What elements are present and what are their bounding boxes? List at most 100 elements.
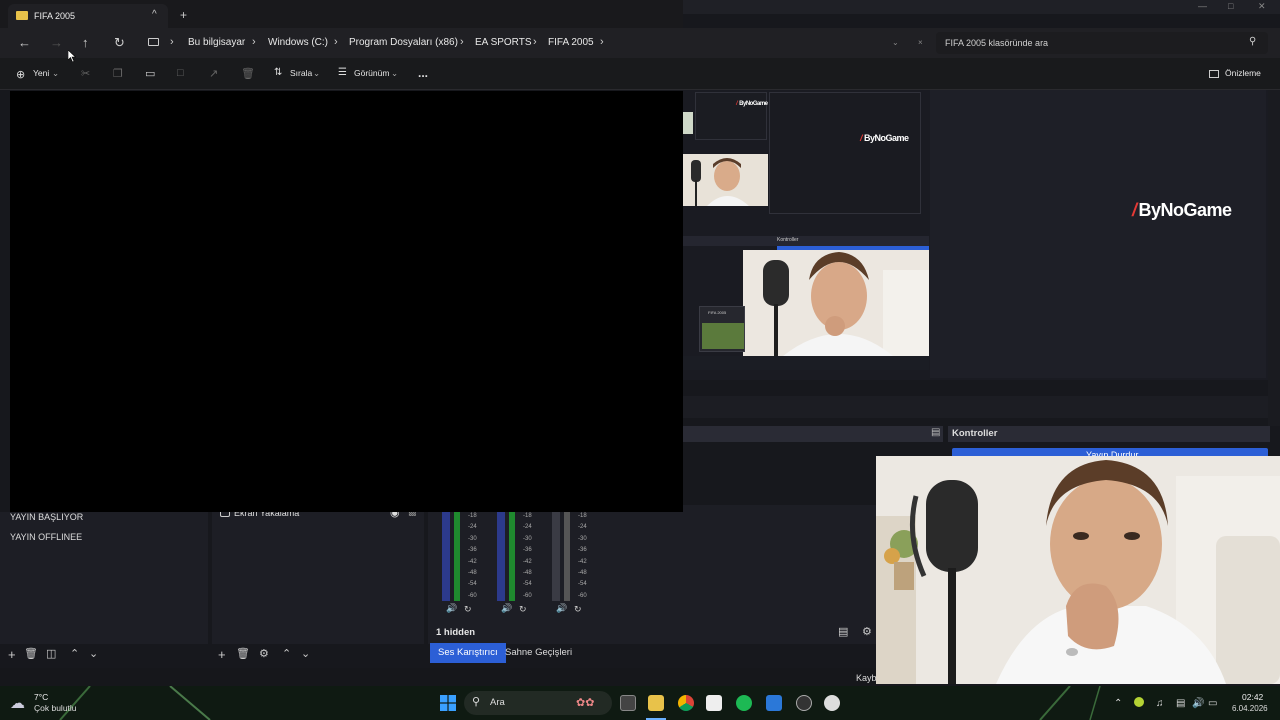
address-dropdown-icon[interactable]: ⌄ [892,38,899,47]
app-icon[interactable] [824,695,840,711]
obs-icon[interactable] [796,695,812,711]
sources-toolbar: + 🗑 ⚙ ⌃ ⌄ [212,644,424,666]
network-icon[interactable]: ▤ [1176,698,1185,709]
gear-icon[interactable]: ⚙ [259,647,269,660]
close-icon[interactable]: ✕ [1258,1,1266,12]
explorer-content-area[interactable] [10,91,683,512]
filter-icon[interactable]: ◫ [46,647,56,660]
file-explorer-icon[interactable] [648,695,664,711]
start-icon[interactable] [440,695,456,711]
up-icon[interactable]: ↑ [82,35,89,50]
add-icon[interactable]: + [218,647,226,662]
chevron-right-icon[interactable]: › [252,36,256,48]
nested-mini-window: FIFA 2005 [699,306,745,352]
chevron-down-icon[interactable]: ⌄ [313,68,320,79]
breadcrumb-item[interactable]: Program Dosyaları (x86) [349,37,458,48]
tray-app-icon[interactable] [1134,697,1144,707]
taskbar-search-box[interactable]: ⚲ Ara ✿✿ [464,691,612,715]
dock-float-icon[interactable]: ▤ [931,427,940,438]
search-icon[interactable]: ⚲ [1249,36,1256,47]
gear-icon[interactable]: ⚙ [862,625,872,638]
more-options-button[interactable]: ... [418,66,428,80]
volume-icon[interactable]: 🔊 [1192,698,1204,709]
new-button[interactable]: Yeni [33,68,49,78]
back-icon[interactable]: ← [18,35,31,50]
add-icon[interactable]: + [8,647,16,662]
sort-icon[interactable]: ⇅ [274,67,282,78]
db-tick-label: -48 [468,570,477,576]
muted-speaker-icon[interactable]: 🔊 [556,603,567,614]
search-input[interactable]: FIFA 2005 klasöründe ara ⚲ [936,32,1268,54]
maximize-icon[interactable]: □ [1228,1,1233,11]
microphone-icon[interactable]: ♫ [1156,698,1164,709]
battery-icon[interactable]: ▭ [1208,698,1217,709]
channel-settings-icon[interactable]: ↻ [574,604,582,615]
arrow-up-icon[interactable]: ⌃ [282,647,291,660]
snipping-tool-icon[interactable] [706,695,722,711]
db-tick-label: -48 [523,570,532,576]
sort-button[interactable]: Sırala [290,68,312,78]
new-icon[interactable]: ⊕ [16,68,25,81]
chevron-right-icon[interactable]: › [170,36,174,48]
paste-icon[interactable]: ▭ [145,67,155,80]
chevron-down-icon[interactable]: ⌄ [52,68,59,79]
delete-icon[interactable]: 🗑 [241,67,255,80]
weather-desc[interactable]: Çok bulutlu [34,703,77,713]
speaker-icon[interactable]: 🔊 [446,603,457,614]
spotify-icon[interactable] [736,695,752,711]
chevron-right-icon[interactable]: › [600,36,604,48]
forward-icon[interactable]: → [50,35,63,50]
chevron-right-icon[interactable]: › [334,36,338,48]
channel-settings-icon[interactable]: ↻ [519,604,527,615]
chevron-up-icon[interactable]: ⌃ [1114,698,1122,709]
explorer-tab-bar: FIFA 2005 ^ + [0,0,683,28]
channel-settings-icon[interactable]: ↻ [464,604,472,615]
task-view-icon[interactable] [620,695,636,711]
weather-icon[interactable]: ☁ [10,694,25,712]
weather-temp[interactable]: 7°C [34,692,48,702]
breadcrumb-item[interactable]: FIFA 2005 [548,37,594,48]
breadcrumb-item[interactable]: EA SPORTS [475,37,532,48]
trash-icon[interactable]: 🗑 [236,647,250,660]
db-tick-label: -24 [578,524,587,531]
chrome-icon[interactable] [678,695,694,711]
arrow-down-icon[interactable]: ⌄ [301,647,310,660]
view-button[interactable]: Görünüm [354,68,389,78]
trash-icon[interactable]: 🗑 [24,647,38,660]
chevron-right-icon[interactable]: › [460,36,464,48]
arrow-down-icon[interactable]: ⌄ [89,647,98,660]
view-icon[interactable]: ☰ [338,67,347,78]
layout-icon[interactable]: ▤ [838,625,848,638]
clock-date[interactable]: 6.04.2026 [1232,704,1268,713]
breadcrumb-item[interactable]: Bu bilgisayar [188,37,245,48]
rename-icon[interactable]: □ [177,67,184,79]
chevron-right-icon[interactable]: › [533,36,537,48]
sources-dock: Ekran Yakalama ◉ ▩ [212,505,424,644]
editor-icon[interactable] [766,695,782,711]
scene-item[interactable]: YAYIN OFFLINEE [10,532,82,542]
monitor-icon[interactable] [148,38,159,46]
scene-item[interactable]: YAYIN BAŞLIYOR [10,512,83,522]
preview-button[interactable]: Önizleme [1225,68,1261,78]
preview-pane-icon[interactable] [1209,70,1219,78]
new-tab-icon[interactable]: + [180,8,187,22]
breadcrumb-item[interactable]: Windows (C:) [268,37,328,48]
tab-scene-transitions[interactable]: Sahne Geçişleri [497,643,580,663]
hidden-count[interactable]: 1 hidden [436,627,475,638]
close-tab-icon[interactable]: ^ [152,9,157,20]
tab-audio-mixer[interactable]: Ses Karıştırıcı [430,643,506,663]
cut-icon[interactable]: ✂ [81,67,90,80]
explorer-tab[interactable]: FIFA 2005 ^ [8,4,168,28]
refresh-icon[interactable]: ↻ [114,35,125,51]
db-tick-label: -54 [468,581,477,588]
taskbar-wallpaper [59,686,1101,720]
minimize-icon[interactable]: — [1198,1,1207,11]
clock-time[interactable]: 02:42 [1242,692,1263,702]
nested-webcam [743,250,929,356]
arrow-up-icon[interactable]: ⌃ [70,647,79,660]
share-icon[interactable]: ↗ [209,67,218,80]
close-icon[interactable]: × [918,38,923,47]
speaker-icon[interactable]: 🔊 [501,603,512,614]
copy-icon[interactable]: ❐ [113,67,123,80]
chevron-down-icon[interactable]: ⌄ [391,68,398,79]
